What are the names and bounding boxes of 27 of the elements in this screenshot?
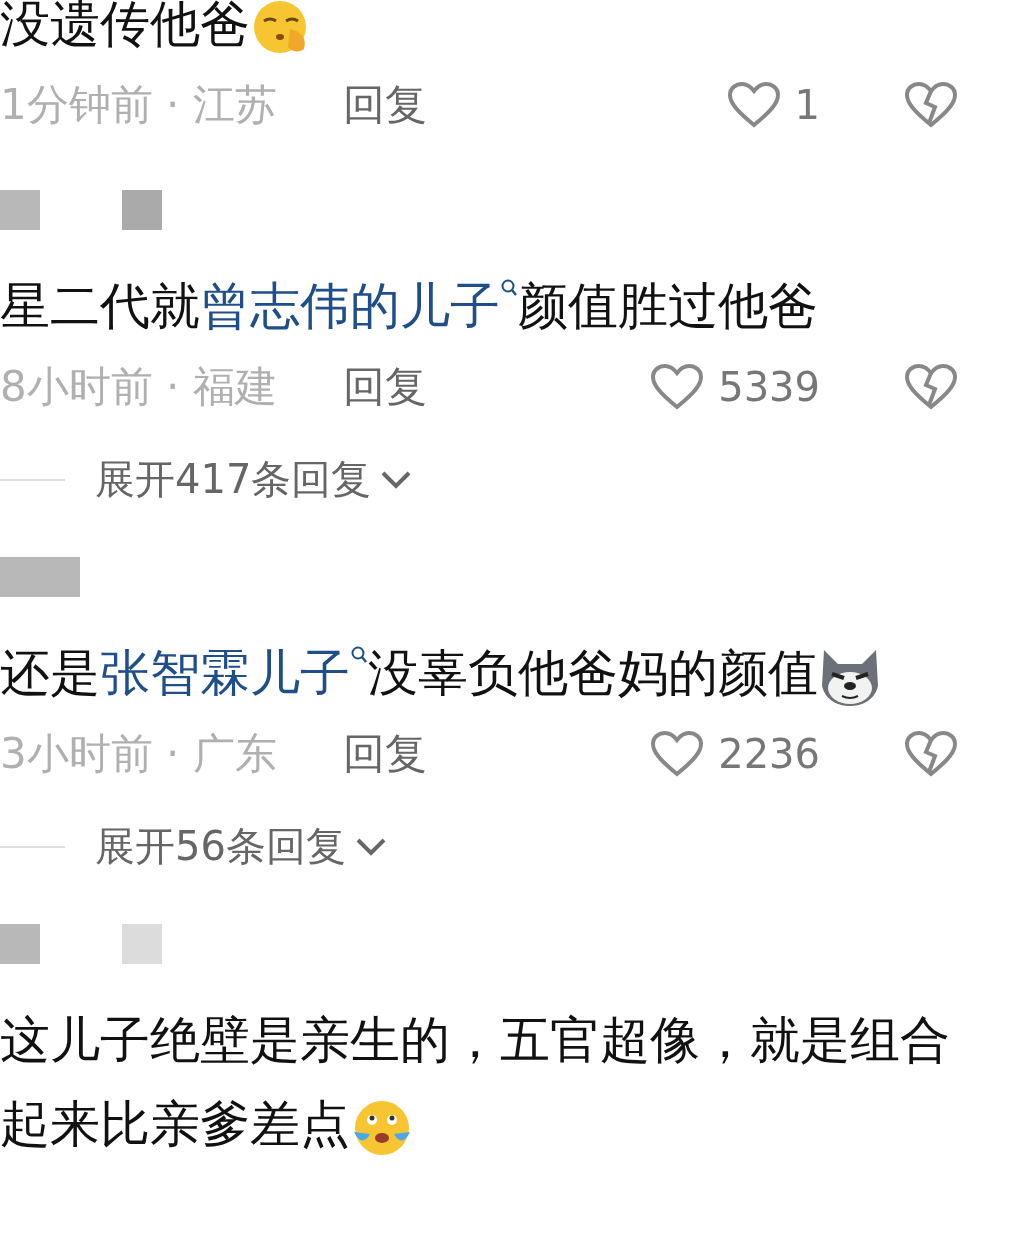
like-count: 5339 — [718, 364, 820, 410]
comment-text: 星二代就曾志伟的儿子 颜值胜过他爸 — [0, 276, 819, 337]
reply-link[interactable]: 回复 — [343, 726, 427, 782]
comment-text: 没遗传他爸 — [0, 0, 960, 66]
expand-replies-button[interactable]: 展开417条回复 — [95, 452, 414, 507]
comment-time: 3小时前 · 广东 — [0, 728, 278, 780]
expand-replies-button[interactable]: 展开56条回复 — [95, 819, 388, 874]
reply-link[interactable]: 回复 — [343, 77, 427, 133]
topic-link[interactable]: 张智霖儿子 — [100, 644, 368, 702]
redaction-block — [122, 924, 162, 964]
comment-text: 还是张智霖儿子 没辜负他爸妈的颜值 — [0, 631, 960, 715]
redaction-block — [122, 190, 162, 230]
topic-link[interactable]: 曾志伟的儿子 — [200, 277, 518, 335]
heart-icon[interactable] — [650, 363, 705, 411]
broken-heart-icon[interactable] — [904, 363, 958, 411]
heart-icon[interactable] — [650, 730, 705, 778]
like-count: 2236 — [718, 731, 820, 777]
like-count: 1 — [794, 82, 820, 128]
redaction-block — [0, 924, 40, 964]
redaction-block — [0, 190, 40, 230]
broken-heart-icon[interactable] — [904, 730, 958, 778]
comment-time: 8小时前 · 福建 — [0, 361, 278, 413]
heart-icon[interactable] — [726, 81, 781, 129]
broken-heart-icon[interactable] — [904, 81, 958, 129]
comment-time: 1分钟前 · 江苏 — [0, 79, 278, 131]
comment-text: 这儿子绝壁是亲生的，五官超像，就是组合起来比亲爹差点 — [0, 998, 960, 1166]
reply-link[interactable]: 回复 — [343, 359, 427, 415]
